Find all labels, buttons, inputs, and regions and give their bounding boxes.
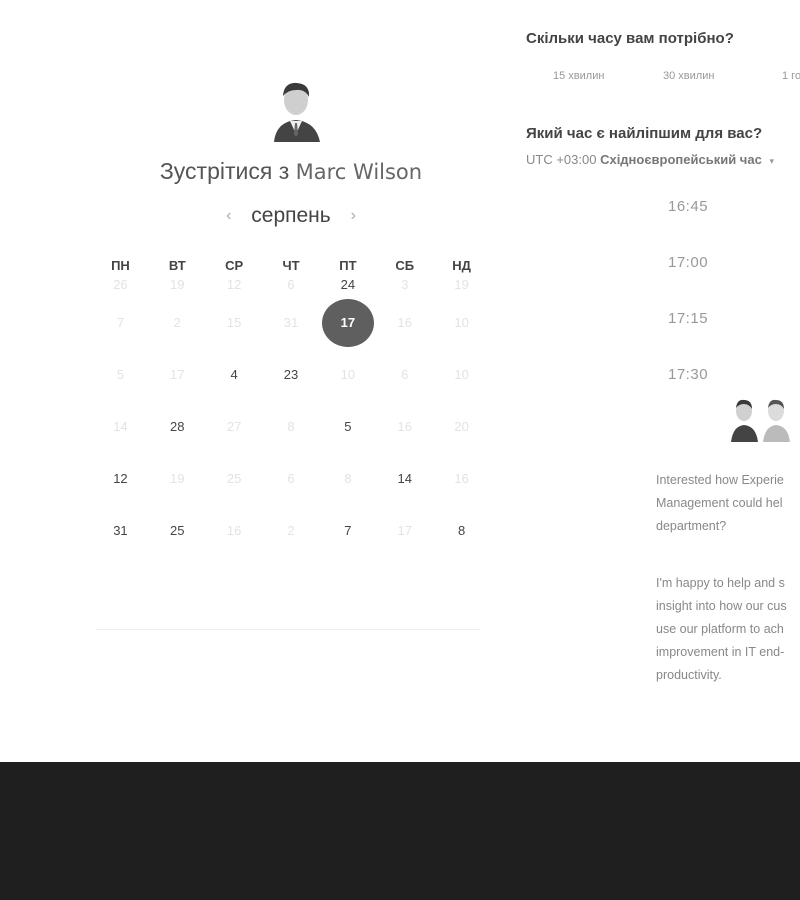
calendar-day: 20 [454, 419, 469, 434]
team-avatars [731, 399, 790, 442]
calendar-day: 12 [226, 277, 242, 292]
calendar-day[interactable]: 31 [92, 507, 149, 555]
calendar-day: 27 [226, 419, 242, 434]
month-navigator: ‹ серпень › [96, 204, 486, 228]
calendar-day[interactable]: 5 [319, 403, 376, 451]
time-slot[interactable]: 17:15 [668, 310, 748, 327]
calendar-day: 16 [454, 471, 469, 486]
calendar-grid: ПН ВТ СР ЧТ ПТ СБ НД 26 19 12 6 24 3 19 7 2 15 31 1… [92, 258, 490, 557]
calendar-day: 15 [226, 315, 242, 330]
calendar-week-row: 12 19 25 6 8 14 16 [92, 453, 490, 505]
calendar-day[interactable]: 4 [206, 351, 263, 399]
duration-option-30[interactable]: 30 хвилин [663, 70, 714, 82]
booking-panel: Зустрітися з Marc Wilson ‹ серпень › ПН … [0, 0, 520, 760]
team-avatar [763, 399, 790, 442]
weekday-label: ВТ [168, 258, 186, 273]
calendar-day[interactable]: 8 [433, 507, 490, 555]
timezone-offset: UTC +03:00 [526, 152, 597, 167]
calendar-day: 3 [401, 277, 409, 292]
calendar-day: 16 [226, 523, 242, 538]
calendar-week-row: 14 28 27 8 5 16 20 [92, 401, 490, 453]
calendar-days: 26 19 12 6 24 3 19 7 2 15 31 17 16 10 5 17 4 23 10 6 10 14 28 2… [92, 273, 490, 557]
duration-question: Скільки часу вам потрібно? [526, 30, 734, 47]
calendar-day: 17 [170, 367, 185, 382]
calendar-day[interactable]: 25 [149, 507, 206, 555]
calendar-day: 6 [287, 277, 295, 292]
time-question: Який час є найліпшим для вас? [526, 125, 763, 142]
calendar-day: 17 [397, 523, 412, 538]
timezone-name: Східноєвропейський час [600, 152, 762, 167]
duration-option-15[interactable]: 15 хвилин [553, 70, 604, 82]
calendar-day: 14 [113, 419, 128, 434]
host-description: Interested how Experie Management could h… [656, 446, 800, 721]
weekday-header: ПН ВТ СР ЧТ ПТ СБ НД [92, 258, 490, 273]
weekday-label: ПТ [339, 258, 357, 273]
title-prefix: Зустрітися з [159, 158, 290, 184]
calendar-day: 19 [454, 277, 469, 292]
description-paragraph-2: I'm happy to help and s insight into how … [656, 576, 787, 682]
calendar-day: 2 [287, 523, 295, 538]
weekday-label: СР [225, 258, 244, 273]
calendar-day: 2 [173, 315, 181, 330]
weekday-label: ПН [111, 258, 130, 273]
calendar-day: 19 [170, 471, 185, 486]
calendar-day: 5 [116, 367, 125, 382]
weekday-label: НД [452, 258, 471, 273]
description-paragraph-1: Interested how Experie Management could h… [656, 473, 784, 533]
divider [96, 629, 480, 630]
weekday-label: СБ [395, 258, 415, 273]
duration-option-60[interactable]: 1 го [782, 70, 800, 82]
calendar-day: 10 [454, 367, 469, 382]
chevron-down-icon: ▾ [769, 156, 774, 166]
calendar-day: 31 [283, 315, 299, 330]
calendar-day: 6 [287, 471, 295, 486]
calendar-day[interactable]: 28 [149, 403, 206, 451]
next-month-icon[interactable]: › [337, 207, 370, 224]
calendar-day[interactable]: 7 [319, 507, 376, 555]
calendar-week-row: 26 19 12 6 24 3 19 [92, 273, 490, 297]
month-label: серпень [251, 204, 331, 227]
calendar-week-row: 7 2 15 31 17 16 10 [92, 297, 490, 349]
weekday-label: ЧТ [282, 258, 300, 273]
calendar-day: 10 [340, 367, 356, 382]
calendar-day: 16 [397, 315, 412, 330]
host-avatar [274, 82, 320, 142]
team-avatar [731, 399, 758, 442]
calendar-day: 16 [397, 419, 412, 434]
time-slot[interactable]: 17:00 [668, 254, 748, 271]
calendar-week-row: 31 25 16 2 7 17 8 [92, 505, 490, 557]
calendar-day[interactable]: 14 [376, 455, 433, 503]
timezone-selector[interactable]: UTC +03:00 Східноєвропейський час ▾ [526, 152, 774, 167]
calendar-day-selected[interactable]: 17 [319, 299, 376, 347]
time-slot[interactable]: 17:30 [668, 366, 748, 383]
calendar-day: 25 [226, 471, 242, 486]
calendar-day: 8 [287, 419, 295, 434]
calendar-day[interactable]: 24 [319, 273, 376, 297]
page-title: Зустрітися з Marc Wilson [96, 158, 486, 185]
calendar-week-row: 5 17 4 23 10 6 10 [92, 349, 490, 401]
calendar-day[interactable]: 23 [263, 351, 320, 399]
calendar-day: 26 [113, 277, 128, 292]
prev-month-icon[interactable]: ‹ [212, 207, 245, 224]
calendar-day[interactable]: 12 [92, 455, 149, 503]
calendar-day: 6 [401, 367, 409, 382]
time-slot[interactable]: 16:45 [668, 198, 748, 215]
page-footer [0, 762, 800, 900]
calendar-day: 8 [344, 471, 352, 486]
options-panel: Скільки часу вам потрібно? 15 хвилин 30 … [520, 0, 800, 760]
calendar-day: 19 [170, 277, 185, 292]
calendar-day: 7 [116, 315, 125, 330]
host-name: Marc Wilson [295, 160, 423, 184]
calendar-day: 10 [454, 315, 469, 330]
